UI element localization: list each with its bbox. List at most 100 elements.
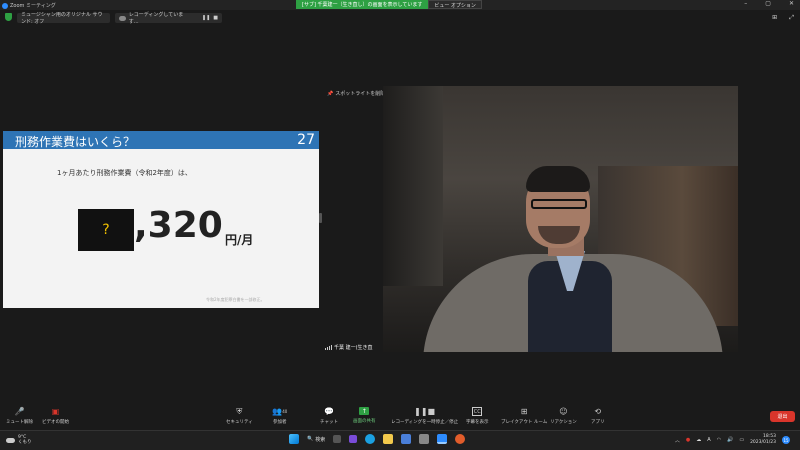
system-tray: ︿ ● ☁ A ◠ 🔊 ▭ 18:53 2023/01/23 15 [675,434,790,446]
fullscreen-icon[interactable]: ⤢ [789,14,794,22]
pause-stop-recording-label: レコーディングを一時停止／停止 [391,420,459,425]
breakout-rooms-label: ブレイクアウト ルーム [501,420,548,425]
microphone-muted-icon: 🎤 [14,407,25,416]
stop-recording-icon[interactable]: ■ [213,15,218,21]
remove-spotlight-button[interactable]: 📌 スポットライトを削除 [327,90,386,98]
apps-label: アプリ [591,420,605,425]
app-icon[interactable] [419,434,430,444]
person-glasses [531,199,587,209]
widgets-icon[interactable] [349,435,358,443]
title-bar: Zoom ミーティング [サブ] 千葉建一（生き直し）の画面を表示しています ビ… [0,0,800,10]
window-controls: – ▢ ✕ [744,0,794,7]
chat-icon: 💬 [324,407,334,416]
split-divider-handle[interactable] [319,213,322,223]
breakout-rooms-button[interactable]: ⊞ ブレイクアウト ルーム [501,407,547,425]
maximize-icon[interactable]: ▢ [765,0,771,7]
security-button[interactable]: ⛨ セキュリティ [226,406,253,426]
view-option-button[interactable]: ビュー オプション [428,0,482,9]
chat-label: チャット [320,420,338,425]
weather-widget[interactable]: 9°C くもり [6,435,32,445]
breakout-rooms-icon: ⊞ [520,407,528,416]
speaker-view-icon[interactable]: ⊞ [772,14,777,22]
taskbar-apps: 🔍 検索 [289,434,466,444]
wifi-icon[interactable]: ◠ [717,437,721,443]
store-icon[interactable] [401,434,412,444]
apps-icon: ⟲ [594,407,602,416]
cloud-recording-icon [119,15,126,21]
zoom-taskbar-icon[interactable] [437,434,448,444]
zoom-logo-icon [2,2,8,9]
unmute-label: ミュート解除 [6,420,33,425]
participants-button[interactable]: 👥 40 参加者 [272,407,288,425]
file-explorer-icon[interactable] [383,434,394,444]
pin-icon: 📌 [327,90,334,97]
share-banner: [サブ] 千葉建一（生き直し）の画面を表示しています ビュー オプション [296,0,482,9]
original-sound-pill[interactable]: ミュージシャン用のオリジナル サウンド: オフ [17,12,110,25]
recording-indicator: レコーディングしています... ❚❚ ■ [115,12,222,25]
ime-indicator[interactable]: A [707,437,710,443]
participant-name: 千葉 建一(生き直 [334,345,373,351]
notification-badge[interactable]: 15 [782,436,790,444]
captions-button[interactable]: CC 字幕を表示 [466,407,489,425]
connection-signal-icon [325,345,332,350]
task-view-icon[interactable] [333,435,342,443]
participant-name-tag: 千葉 建一(生き直 [322,343,376,352]
participants-label: 参加者 [273,420,287,425]
pause-stop-recording-button[interactable]: ❚❚■ レコーディングを一時停止／停止 [391,407,458,425]
captions-label: 字幕を表示 [466,420,489,425]
battery-icon[interactable]: ▭ [739,437,744,443]
share-screen-button[interactable]: ↑ 画面の共有 [353,407,376,424]
participant-video[interactable] [383,86,738,352]
leave-button[interactable]: 退出 [770,411,795,422]
shield-icon: ⛨ [236,406,243,416]
security-label: セキュリティ [226,420,253,425]
cloud-sync-icon[interactable]: ☁ [696,437,701,443]
cloud-icon [6,437,15,443]
slide-amount: ,320 [134,205,223,246]
pause-recording-icon[interactable]: ❚❚ [202,15,210,21]
original-sound-label: ミュージシャン用のオリジナル サウンド: オフ [21,12,103,25]
tray-app-icon[interactable]: ● [686,437,690,443]
meeting-toolbar: 🎤 ミュート解除 ▣ ビデオの開始 ⛨ セキュリティ 👥 40 参加者 💬 チャッ… [0,405,800,430]
recording-label: レコーディングしています... [128,12,184,25]
edge-icon[interactable] [365,434,376,444]
weather-desc: くもり [18,440,32,445]
clock-time: 18:53 [763,434,776,439]
share-screen-label: 画面の共有 [353,419,376,424]
chevron-up-icon[interactable]: ︿ [675,437,680,444]
slide-unit: 円/月 [225,233,254,247]
top-right-controls: ⊞ ⤢ [772,14,794,22]
minimize-icon[interactable]: – [744,0,747,7]
clock-date: 2023/01/23 [750,440,776,445]
slide-header: 刑務作業費はいくら？ 27 [3,131,319,149]
hidden-digit-box: ? [78,209,134,251]
unmute-button[interactable]: 🎤 ミュート解除 [6,407,33,425]
start-video-button[interactable]: ▣ ビデオの開始 [42,407,69,425]
app-title: Zoom ミーティング [2,2,56,9]
slide-number: 27 [297,132,315,148]
share-banner-text: [サブ] 千葉建一（生き直し）の画面を表示しています [296,0,429,9]
remove-spotlight-label: スポットライトを削除 [335,91,386,97]
reactions-button[interactable]: ☺ リアクション [550,407,577,425]
browser-icon[interactable] [455,434,466,444]
clock[interactable]: 18:53 2023/01/23 [750,434,776,446]
app-title-text: Zoom ミーティング [10,3,56,9]
slide-text: 1ヶ月あたり刑務作業費（令和2年度）は、 [57,169,192,177]
reactions-label: リアクション [550,420,577,425]
volume-icon[interactable]: 🔊 [727,437,733,443]
slide-footnote: 令和2年度犯罪白書を一部修正。 [206,297,265,302]
windows-taskbar: 9°C くもり 🔍 検索 ︿ ● ☁ A ◠ 🔊 ▭ 18:53 2023/01… [0,430,800,450]
apps-button[interactable]: ⟲ アプリ [591,407,605,425]
windows-start-icon[interactable] [289,434,299,444]
security-shield-icon[interactable] [5,13,12,21]
chat-button[interactable]: 💬 チャット [320,407,338,425]
search-button[interactable]: 🔍 検索 [307,436,325,443]
person-hair [526,166,590,192]
meeting-top-bar: ミュージシャン用のオリジナル サウンド: オフ レコーディングしています... … [0,10,800,27]
video-background-window [383,86,443,286]
close-icon[interactable]: ✕ [789,0,794,7]
video-off-icon: ▣ [51,407,60,416]
participants-count: 40 [282,409,288,414]
search-label: 検索 [315,436,326,443]
pause-stop-icon: ❚❚■ [414,407,436,416]
